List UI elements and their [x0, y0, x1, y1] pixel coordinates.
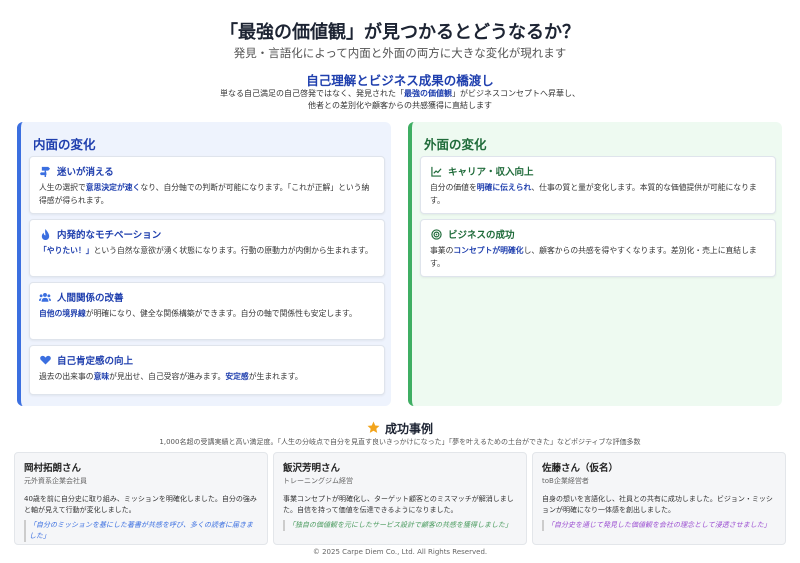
outer-panel-title: 外面の変化 — [424, 137, 487, 152]
outer-change-panel: 外面の変化 キャリア・収入向上 自分の価値を明確に伝えられ、仕事の質と量が変化し… — [408, 122, 782, 406]
inner-change-panel: 内面の変化 迷いが消える 人生の選択で意思決定が速くなり、自分軸での判断が可能に… — [17, 122, 391, 406]
card-career-income: キャリア・収入向上 自分の価値を明確に伝えられ、仕事の質と量が変化します。本質的… — [420, 156, 776, 214]
card-relationships: 人間関係の改善 自他の境界線が明確になり、健全な関係構築ができます。自分の軸で関… — [29, 282, 385, 340]
footer-copyright: © 2025 Carpe Diem Co., Ltd. All Rights R… — [312, 548, 488, 556]
page-title: 「最強の価値観」が見つかるとどうなるか？ — [220, 22, 580, 43]
case-card-okamura: 岡村拓朗さん 元外資系企業会社員 40歳を前に自分史に取り組み、ミッションを明確… — [14, 452, 268, 545]
case-card-sato: 佐藤さん（仮名） toB企業経営者 自身の想いを言語化し、社員との共有に成功しま… — [532, 452, 786, 545]
card-business-success: ビジネスの成功 事業のコンセプトが明確化し、顧客からの共感を得やすくなります。差… — [420, 219, 776, 277]
case-card-iizawa: 飯沢芳明さん トレーニングジム経営 事業コンセプトが明確化し、ターゲット顧客との… — [273, 452, 527, 545]
cases-description: 1,000名超の受講実績と高い満足度。「人生の分岐点で自分を見直す良いきっかけに… — [159, 438, 641, 446]
card-no-hesitation: 迷いが消える 人生の選択で意思決定が速くなり、自分軸での判断が可能になります。「… — [29, 156, 385, 214]
star-icon — [367, 421, 380, 437]
card-intrinsic-motivation: 内発的なモチベーション 「やりたい！」という自然な意欲が湧く状態になります。行動… — [29, 219, 385, 277]
flame-icon — [39, 228, 51, 240]
inner-panel-title: 内面の変化 — [33, 137, 96, 152]
target-icon — [430, 228, 442, 240]
page-subtitle: 発見・言語化によって内面と外面の両方に大きな変化が現れます — [233, 46, 567, 60]
bridge-title: 自己理解とビジネス成果の橋渡し — [306, 73, 494, 88]
heart-icon — [39, 354, 51, 366]
trend-chart-icon — [430, 165, 442, 177]
users-icon — [39, 291, 51, 303]
card-self-esteem: 自己肯定感の向上 過去の出来事の意味が見出せ、自己受容が進みます。安定感が生まれ… — [29, 345, 385, 395]
cases-title: 成功事例 — [0, 420, 800, 437]
bridge-description: 単なる自己満足の自己啓発ではなく、発見された「最強の価値観」がビジネスコンセプト… — [220, 89, 580, 110]
signpost-icon — [39, 165, 51, 177]
